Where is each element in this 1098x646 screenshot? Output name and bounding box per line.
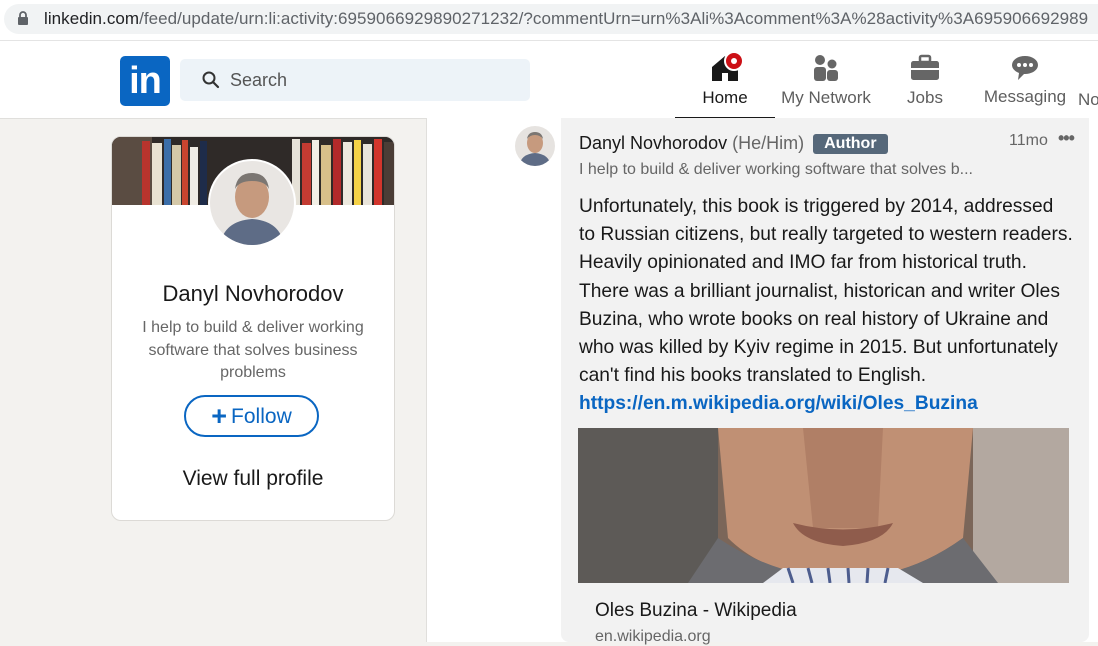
profile-photo — [210, 161, 294, 245]
commenter-photo — [515, 126, 555, 166]
search-icon — [202, 71, 220, 89]
link-preview-title[interactable]: Oles Buzina - Wikipedia — [595, 600, 797, 622]
profile-name[interactable]: Danyl Novhorodov — [112, 281, 394, 307]
people-icon — [814, 55, 838, 81]
comment-body: Unfortunately, this book is triggered by… — [579, 193, 1073, 419]
nav-item-label: Home — [702, 88, 748, 107]
comment-author-line: Danyl Novhorodov (He/Him) Author — [579, 133, 888, 154]
comment-box: Danyl Novhorodov (He/Him) Author 11mo ••… — [561, 118, 1089, 645]
nav-item-label: My Network — [781, 88, 871, 107]
url-text[interactable]: linkedin.com/feed/update/urn:li:activity… — [44, 9, 1088, 29]
search-placeholder: Search — [230, 70, 288, 90]
comment-text: Unfortunately, this book is triggered by… — [579, 196, 1073, 387]
nav-item-jobs[interactable]: Jobs — [890, 51, 960, 108]
bell-icon — [1081, 51, 1098, 85]
view-full-profile-link[interactable]: View full profile — [112, 467, 394, 491]
follow-label: Follow — [231, 405, 292, 428]
nav-item-notifications[interactable]: No — [1078, 51, 1098, 110]
profile-card: Danyl Novhorodov I help to build & deliv… — [111, 136, 395, 521]
more-options-icon[interactable]: ••• — [1058, 128, 1075, 149]
comment-link[interactable]: https://en.m.wikipedia.org/wiki/Oles_Buz… — [579, 390, 1073, 418]
nav-item-label: No — [1078, 90, 1098, 109]
follow-button[interactable]: + Follow — [184, 395, 319, 437]
profile-description: I help to build & deliver working softwa… — [142, 319, 364, 381]
briefcase-icon — [911, 54, 939, 80]
author-badge: Author — [813, 134, 888, 154]
url-domain: linkedin.com — [44, 9, 140, 28]
chat-icon — [1012, 56, 1038, 80]
comment-timestamp: 11mo — [1009, 132, 1048, 149]
comment-author-name[interactable]: Danyl Novhorodov — [579, 133, 727, 153]
nav-item-home[interactable]: Home — [675, 51, 775, 119]
nav-item-my-network[interactable]: My Network — [776, 51, 876, 108]
top-navigation: in Search Home My Network Jobs Messaging… — [0, 41, 1098, 119]
profile-avatar[interactable] — [208, 159, 296, 247]
url-path: /feed/update/urn:li:activity:69590669298… — [139, 9, 1089, 28]
comment-avatar[interactable] — [515, 126, 555, 166]
browser-address-bar[interactable]: linkedin.com/feed/update/urn:li:activity… — [0, 0, 1098, 41]
feed-panel: Danyl Novhorodov (He/Him) Author 11mo ••… — [426, 118, 1098, 645]
nav-item-label: Jobs — [907, 88, 943, 107]
lock-icon — [18, 11, 28, 25]
nav-item-label: Messaging — [983, 87, 1067, 106]
comment-author-headline: I help to build & deliver working softwa… — [579, 161, 973, 178]
plus-icon: + — [211, 401, 228, 431]
link-preview-image[interactable] — [578, 428, 1069, 583]
linkedin-logo[interactable]: in — [120, 56, 170, 106]
link-preview-source: en.wikipedia.org — [595, 628, 711, 645]
notification-badge — [724, 51, 744, 71]
comment-author-pronouns: (He/Him) — [732, 133, 805, 153]
nav-item-messaging[interactable]: Messaging — [982, 51, 1068, 107]
search-input[interactable]: Search — [180, 59, 530, 101]
